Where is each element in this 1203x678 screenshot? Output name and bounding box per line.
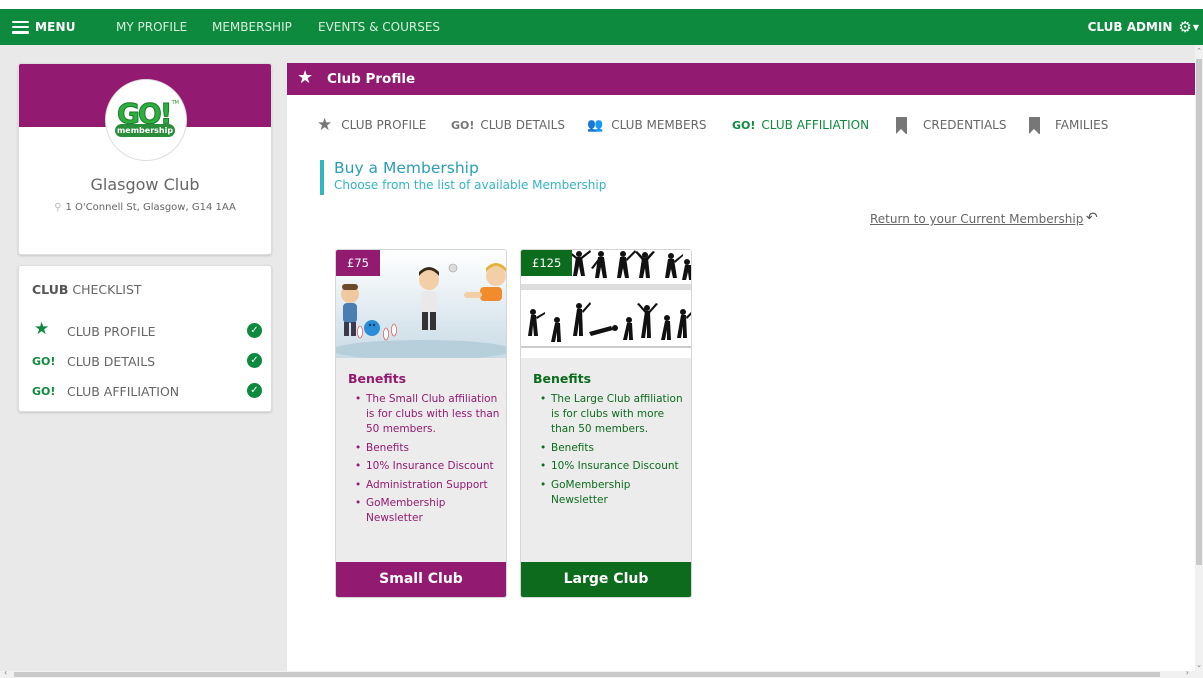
list-item: Benefits [540,441,688,456]
list-item: The Large Club affiliation is for clubs … [540,392,688,437]
checklist-item-club-details[interactable]: GO! CLUB DETAILS ✓ [32,352,262,372]
club-profile-card: GO! TM membership Glasgow Club ⚲ 1 O'Conn… [18,63,272,255]
club-admin-label: CLUB ADMIN [1087,20,1173,34]
tab-families[interactable]: FAMILIES [1029,115,1108,135]
go-icon: GO! [451,118,475,132]
check-circle-icon: ✓ [247,353,262,368]
club-admin-menu[interactable]: CLUB ADMIN ⚙ ▼ [1088,9,1199,45]
list-item: 10% Insurance Discount [355,459,503,474]
hamburger-icon [12,20,29,34]
tab-label: CLUB DETAILS [480,118,565,132]
horizontal-scrollbar[interactable]: ‹ › [0,668,1203,678]
scroll-up-icon[interactable]: ⌃ [1195,47,1203,55]
checklist-title-bold: CLUB [32,282,69,297]
tab-label: CLUB PROFILE [341,118,427,132]
panel-header: ★ Club Profile [287,63,1195,95]
go-icon: GO! [32,355,56,368]
list-item: GoMembership Newsletter [540,478,688,508]
checklist-item-label: CLUB AFFILIATION [67,384,180,399]
price-badge: £125 [521,250,573,276]
tab-club-members[interactable]: 👥 CLUB MEMBERS [587,115,707,135]
star-icon: ★ [317,115,333,135]
go-logo-tm: TM [171,100,179,106]
membership-card-small: £75 Benefits The Small Club affiliation … [335,249,507,598]
check-circle-icon: ✓ [247,323,262,338]
section-subtitle: Choose from the list of available Member… [334,178,607,192]
check-circle-icon: ✓ [247,383,262,398]
club-address-text: 1 O'Connell St, Glasgow, G14 1AA [65,202,236,213]
scroll-right-icon[interactable]: › [1186,668,1189,677]
benefits-list: The Large Club affiliation is for clubs … [540,392,688,511]
membership-card-large: £125 Benefits The Large Club affiliation… [520,249,692,598]
return-link-text: Return to your Current Membership [870,212,1084,226]
bookmark-icon [1029,116,1040,134]
menu-button[interactable]: MENU [12,9,76,45]
list-item: Administration Support [355,478,503,493]
checklist-title-rest: CHECKLIST [68,282,142,297]
gear-icon: ⚙ [1178,18,1192,36]
checklist-item-club-profile[interactable]: ★ CLUB PROFILE ✓ [32,319,262,342]
people-icon: 👥 [587,117,604,133]
tab-credentials[interactable]: CREDENTIALS [896,115,1006,135]
checklist-item-label: CLUB PROFILE [67,324,156,339]
club-logo: GO! TM membership [105,79,187,161]
caret-down-icon: ▼ [1192,22,1199,32]
main-panel: ★ Club Profile ★ CLUB PROFILE GO! CLUB D… [287,63,1195,671]
top-navbar: MENU MY PROFILE MEMBERSHIP EVENTS & COUR… [0,9,1203,45]
list-item: Benefits [355,441,503,456]
go-icon: GO! [732,118,756,132]
scroll-down-icon[interactable]: ⌄ [1195,661,1203,669]
club-name: Glasgow Club [90,175,200,194]
top-strip [0,0,1203,9]
section-title: Buy a Membership [334,159,479,177]
section-heading: Buy a Membership Choose from the list of… [320,159,607,195]
scrollbar-thumb[interactable] [14,672,1160,677]
benefits-title: Benefits [348,371,407,386]
checklist-item-label: CLUB DETAILS [67,354,156,369]
go-membership-logo: GO! TM membership [115,99,179,142]
club-address: ⚲ 1 O'Connell St, Glasgow, G14 1AA [19,202,271,213]
tab-label: CREDENTIALS [923,118,1007,132]
return-current-membership-link[interactable]: Return to your Current Membership ↶ [870,210,1098,226]
tab-club-affiliation[interactable]: GO! CLUB AFFILIATION [732,115,869,135]
bookmark-icon [896,116,907,134]
club-checklist: CLUB CHECKLIST ★ CLUB PROFILE ✓ GO! CLUB… [18,265,272,412]
location-pin-icon: ⚲ [54,202,62,213]
list-item: The Small Club affiliation is for clubs … [355,392,503,437]
tab-club-profile[interactable]: ★ CLUB PROFILE [317,115,426,135]
tab-club-details[interactable]: GO! CLUB DETAILS [451,115,565,135]
select-small-club-button[interactable]: Small Club [336,562,506,597]
membership-image-bowling: £75 [336,250,506,358]
scrollbar-thumb[interactable] [1196,59,1202,565]
checklist-item-club-affiliation[interactable]: GO! CLUB AFFILIATION ✓ [32,382,262,402]
tab-label: FAMILIES [1055,118,1109,132]
nav-membership[interactable]: MEMBERSHIP [212,9,292,45]
panel-title: Club Profile [327,71,416,87]
list-item: 10% Insurance Discount [540,459,688,474]
vertical-scrollbar[interactable]: ⌃ ⌄ [1195,45,1203,671]
scroll-left-icon[interactable]: ‹ [4,668,7,677]
nav-my-profile[interactable]: MY PROFILE [116,9,187,45]
membership-image-silhouettes: £125 [521,250,691,358]
tab-label: CLUB MEMBERS [611,118,707,132]
undo-arrow-icon: ↶ [1086,210,1098,226]
benefits-title: Benefits [533,371,592,386]
tab-label: CLUB AFFILIATION [761,118,870,132]
go-icon: GO! [32,385,56,398]
select-large-club-button[interactable]: Large Club [521,562,691,597]
menu-label: MENU [35,20,76,34]
list-item: GoMembership Newsletter [355,496,503,526]
checklist-title: CLUB CHECKLIST [32,282,142,297]
price-badge: £75 [336,250,380,276]
benefits-list: The Small Club affiliation is for clubs … [355,392,503,530]
star-icon: ★ [34,319,50,339]
profile-tabs: ★ CLUB PROFILE GO! CLUB DETAILS 👥 CLUB M… [317,115,1177,135]
nav-events-courses[interactable]: EVENTS & COURSES [318,9,440,45]
go-logo-subtext: membership [115,124,175,137]
star-icon: ★ [297,67,314,88]
